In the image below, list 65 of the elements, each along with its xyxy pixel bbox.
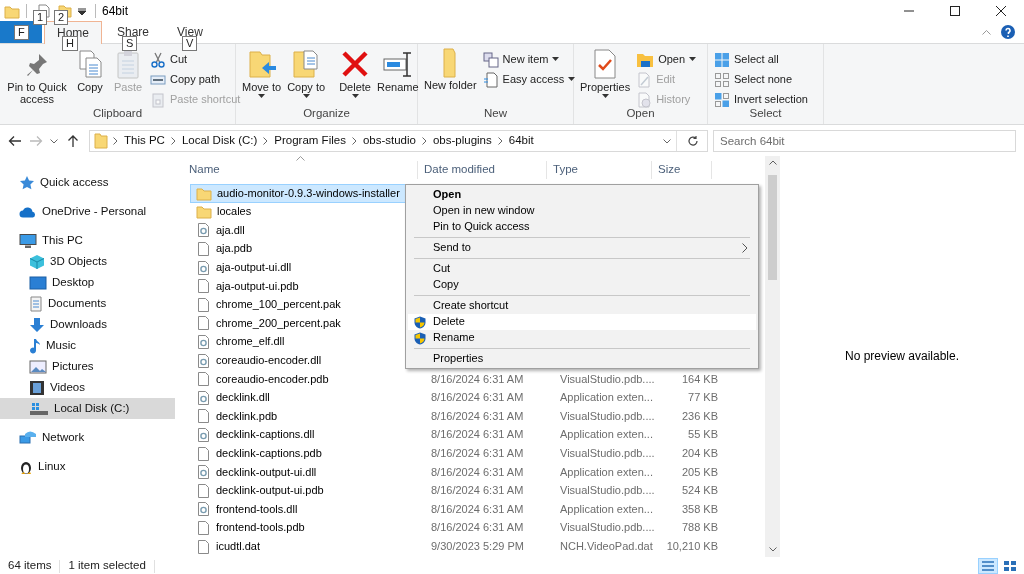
file-type: Application exten... [560, 465, 653, 478]
group-label: Open [625, 107, 656, 121]
group-label: Clipboard [91, 107, 144, 121]
date-modified: 8/16/2024 6:31 AM [431, 391, 524, 404]
file-size: 77 KB [688, 391, 718, 404]
file-size: 524 KB [681, 484, 718, 497]
file-name: aja-output-ui.pdb [216, 279, 299, 293]
date-modified: 8/16/2024 6:31 AM [431, 465, 524, 478]
file-name: chrome_100_percent.pak [216, 298, 341, 312]
group-label: Select [748, 107, 783, 121]
file-name: coreaudio-encoder.pdb [216, 372, 329, 386]
file-name: aja.pdb [216, 242, 253, 256]
keytip-tooltip: V [182, 36, 198, 51]
file-type: VisualStudio.pdb.... [560, 484, 655, 497]
file-name: coreaudio-encoder.dll [216, 354, 322, 368]
keytip-tooltip: S [122, 36, 138, 51]
file-size: 164 KB [681, 372, 718, 385]
keytip-tooltip: 1 [33, 10, 48, 25]
window-title: 64bit [102, 3, 129, 19]
file-size: 10,210 KB [666, 540, 718, 552]
date-modified: 8/16/2024 6:31 AM [431, 521, 524, 534]
date-modified: 8/16/2024 6:31 AM [431, 447, 524, 459]
preview-message: No preview available. [844, 349, 960, 364]
file-name: frontend-tools.dll [216, 502, 298, 516]
file-name: decklink.dll [216, 391, 270, 405]
file-name: decklink-captions.pdb [216, 447, 322, 461]
file-type: VisualStudio.pdb.... [560, 447, 655, 459]
file-type: Application exten... [560, 428, 653, 441]
file-name: decklink-output-ui.pdb [216, 484, 324, 498]
file-name: audio-monitor-0.9.3-windows-installer [217, 186, 400, 200]
file-name: aja.dll [216, 223, 245, 238]
file-name: frontend-tools.pdb [216, 521, 305, 535]
file-name: icudtl.dat [216, 540, 261, 554]
date-modified: 8/16/2024 6:31 AM [431, 502, 524, 515]
keytip-tooltip: F [14, 25, 29, 40]
file-name: chrome_elf.dll [216, 335, 285, 349]
file-size: 358 KB [681, 502, 718, 515]
file-name: chrome_200_percent.pak [216, 316, 341, 331]
file-type: Application exten... [560, 502, 653, 515]
file-size: 204 KB [681, 447, 718, 459]
file-type: VisualStudio.pdb.... [560, 521, 655, 534]
file-name: decklink-captions.dll [216, 428, 315, 442]
file-size: 55 KB [688, 428, 718, 441]
group-label: New [483, 107, 508, 121]
file-name: decklink.pdb [216, 409, 278, 423]
selection-count: 1 item selected [68, 559, 146, 573]
file-size: 788 KB [681, 521, 718, 534]
group-label: Organize [302, 107, 351, 121]
file-type: VisualStudio.pdb.... [560, 372, 655, 385]
file-name: decklink-output-ui.dll [216, 465, 317, 479]
file-type: VisualStudio.pdb.... [560, 409, 655, 422]
keytip-tooltip: 2 [54, 10, 69, 25]
date-modified: 8/16/2024 6:31 AM [431, 484, 524, 497]
file-size: 236 KB [681, 409, 718, 422]
date-modified: 8/16/2024 6:31 AM [431, 409, 524, 422]
file-size: 205 KB [681, 465, 718, 478]
file-type: NCH.VideoPad.dat [560, 540, 653, 552]
date-modified: 8/16/2024 6:31 AM [431, 428, 524, 441]
date-modified: 8/16/2024 6:31 AM [431, 372, 524, 385]
file-name: aja-output-ui.dll [216, 261, 292, 275]
item-count: 64 items [8, 559, 52, 573]
file-type: Application exten... [560, 391, 653, 404]
keytip-tooltip: H [62, 36, 78, 51]
file-name: locales [217, 205, 252, 219]
date-modified: 9/30/2023 5:29 PM [431, 540, 524, 552]
